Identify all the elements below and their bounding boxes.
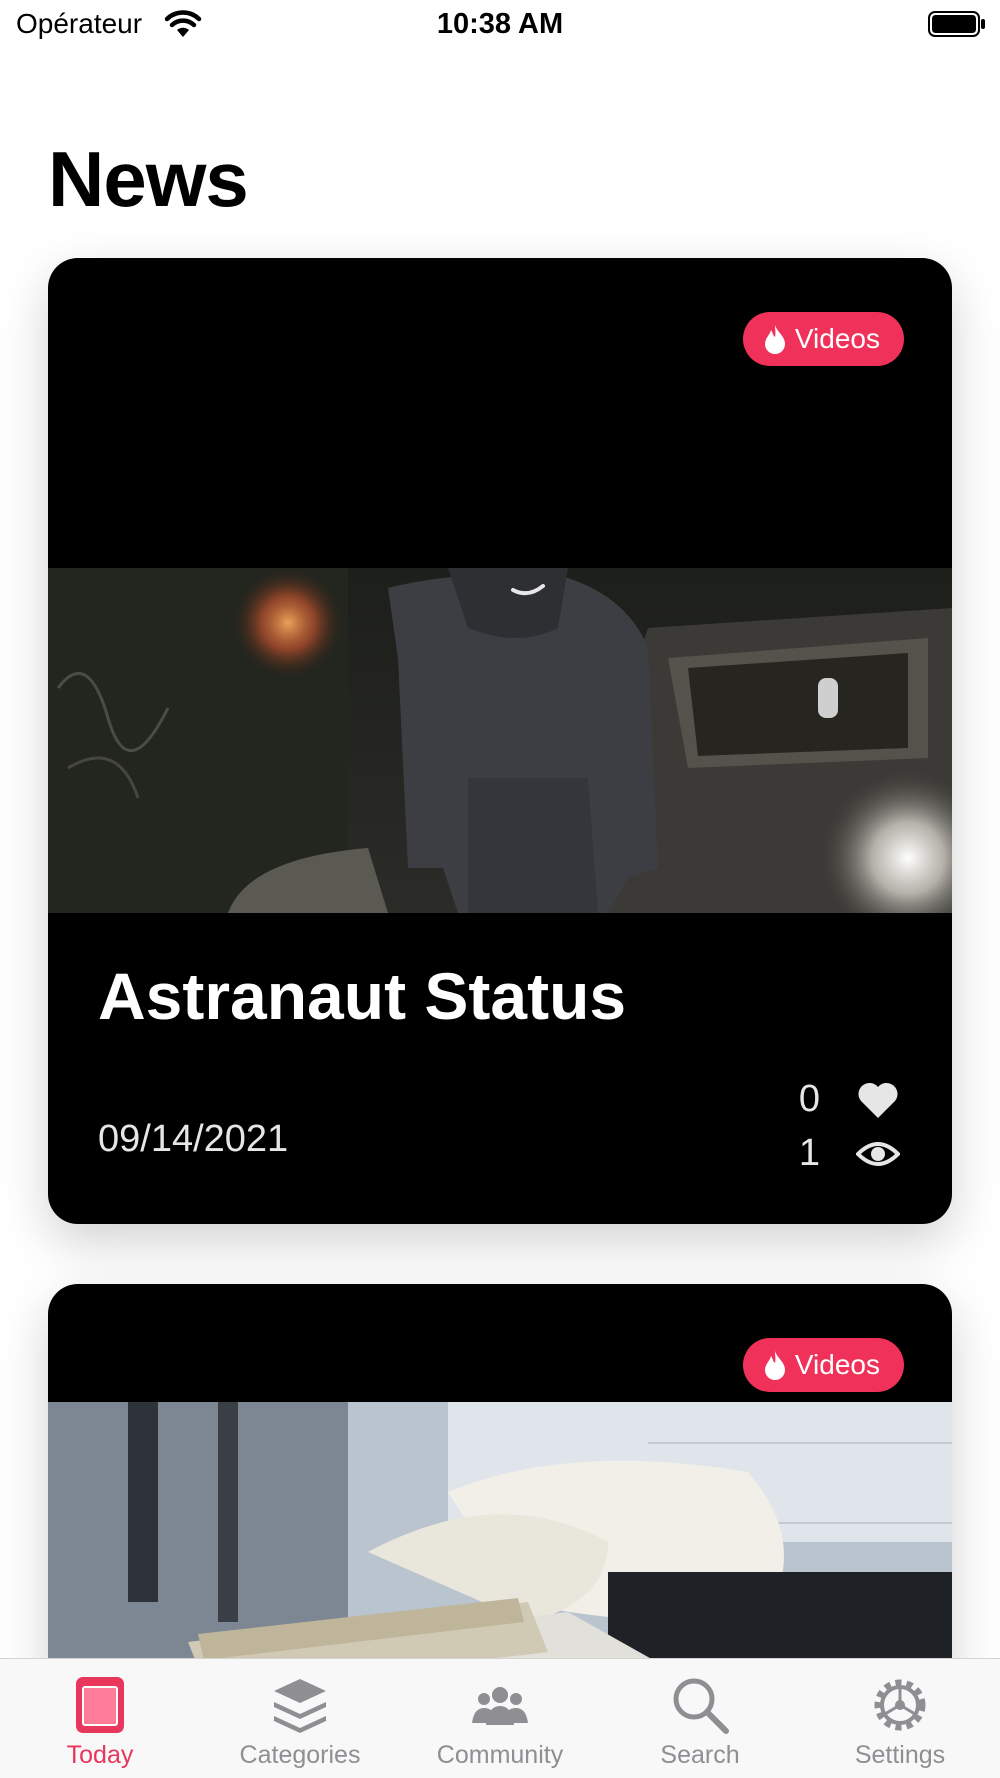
tab-label: Search xyxy=(660,1741,740,1769)
tab-label: Today xyxy=(66,1741,134,1769)
likes-stat[interactable]: 0 xyxy=(799,1078,900,1121)
search-icon xyxy=(673,1678,729,1734)
layers-icon xyxy=(274,1679,326,1733)
tab-label: Community xyxy=(436,1741,564,1769)
tab-search[interactable]: Search xyxy=(600,1659,800,1778)
category-badge-label: Videos xyxy=(794,1349,880,1380)
card-title: Astranaut Status xyxy=(98,959,627,1033)
eye-icon xyxy=(856,1141,900,1166)
today-icon xyxy=(76,1677,124,1733)
video-thumbnail xyxy=(48,568,952,913)
gear-icon xyxy=(874,1679,926,1731)
tab-today[interactable]: Today xyxy=(0,1659,200,1778)
heart-icon xyxy=(858,1082,898,1118)
tab-bar: Today Categories Community Search Settin… xyxy=(0,1658,1000,1778)
battery-icon xyxy=(928,11,985,37)
views-count: 1 xyxy=(798,1132,820,1174)
video-thumbnail-image xyxy=(48,568,952,913)
flame-icon xyxy=(764,1351,785,1380)
page-title: News xyxy=(48,135,249,223)
tab-label: Settings xyxy=(854,1741,946,1769)
app-screen: Opérateur 10:38 AM News Videos Astranaut… xyxy=(0,0,1000,1778)
status-bar: Opérateur 10:38 AM xyxy=(0,0,1000,52)
tab-settings[interactable]: Settings xyxy=(800,1659,1000,1778)
views-stat: 1 xyxy=(799,1132,900,1175)
category-badge[interactable]: Videos xyxy=(742,312,904,366)
card-date: 09/14/2021 xyxy=(98,1118,289,1160)
status-time: 10:38 AM xyxy=(436,8,564,40)
flame-icon xyxy=(764,325,785,354)
category-badge-label: Videos xyxy=(794,323,880,354)
people-icon xyxy=(472,1687,528,1725)
tab-categories[interactable]: Categories xyxy=(200,1659,400,1778)
tab-community[interactable]: Community xyxy=(400,1659,600,1778)
tab-label: Categories xyxy=(239,1741,361,1769)
likes-count: 0 xyxy=(798,1078,820,1120)
news-card[interactable]: Videos Astranaut Status 09/14/2021 0 1 xyxy=(48,258,952,1224)
category-badge[interactable]: Videos xyxy=(742,1338,904,1392)
